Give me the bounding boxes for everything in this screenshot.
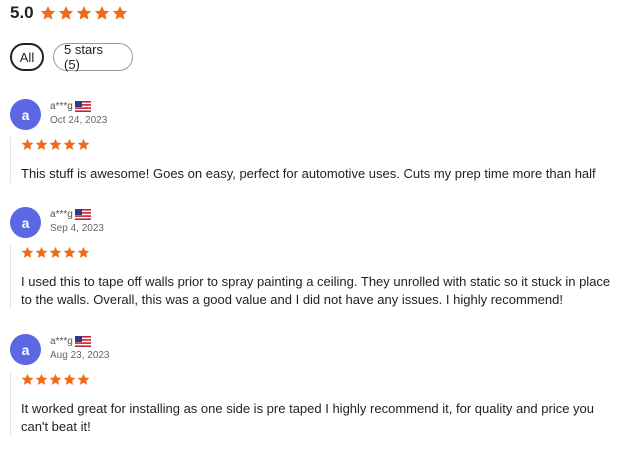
star-icon	[77, 373, 90, 386]
star-icon	[77, 246, 90, 259]
review-stars	[21, 372, 621, 386]
review-stars	[21, 245, 621, 259]
reviewer-name: a***g	[50, 335, 73, 347]
average-score: 5.0	[10, 3, 34, 22]
review-text: I used this to tape off walls prior to s…	[21, 274, 611, 307]
avatar: a	[10, 99, 41, 130]
star-icon	[40, 5, 56, 21]
review-meta: a***g Oct 24, 2023	[50, 99, 107, 126]
star-icon	[76, 5, 92, 21]
star-icon	[21, 138, 34, 151]
star-icon	[21, 373, 34, 386]
review-date: Sep 4, 2023	[50, 223, 104, 234]
summary-stars	[40, 5, 128, 21]
review-meta: a***g Aug 23, 2023	[50, 334, 110, 361]
review-text: It worked great for installing as one si…	[21, 401, 595, 434]
review-text: This stuff is awesome! Goes on easy, per…	[21, 166, 596, 181]
avatar: a	[10, 334, 41, 365]
review-body: This stuff is awesome! Goes on easy, per…	[10, 137, 621, 183]
us-flag-icon	[74, 335, 91, 347]
star-icon	[49, 246, 62, 259]
rating-summary: 5.0	[10, 2, 128, 24]
filter-all-chip[interactable]: All	[10, 43, 44, 71]
review-filters: All 5 stars (5)	[10, 42, 133, 72]
star-icon	[63, 373, 76, 386]
star-icon	[77, 138, 90, 151]
star-icon	[112, 5, 128, 21]
review-date: Oct 24, 2023	[50, 115, 108, 126]
star-icon	[63, 246, 76, 259]
review-meta: a***g Sep 4, 2023	[50, 207, 104, 234]
reviewer-name: a***g	[50, 208, 73, 220]
star-icon	[21, 246, 34, 259]
star-icon	[35, 246, 48, 259]
review-date: Aug 23, 2023	[50, 350, 110, 361]
review-stars	[21, 137, 621, 151]
star-icon	[49, 373, 62, 386]
us-flag-icon	[74, 208, 91, 220]
reviewer-name: a***g	[50, 100, 73, 112]
review-body: It worked great for installing as one si…	[10, 372, 621, 436]
review-body: I used this to tape off walls prior to s…	[10, 245, 621, 309]
star-icon	[49, 138, 62, 151]
star-icon	[35, 138, 48, 151]
star-icon	[35, 373, 48, 386]
star-icon	[63, 138, 76, 151]
us-flag-icon	[74, 100, 91, 112]
star-icon	[94, 5, 110, 21]
filter-5-stars-chip[interactable]: 5 stars (5)	[53, 42, 133, 72]
avatar: a	[10, 207, 41, 238]
star-icon	[58, 5, 74, 21]
